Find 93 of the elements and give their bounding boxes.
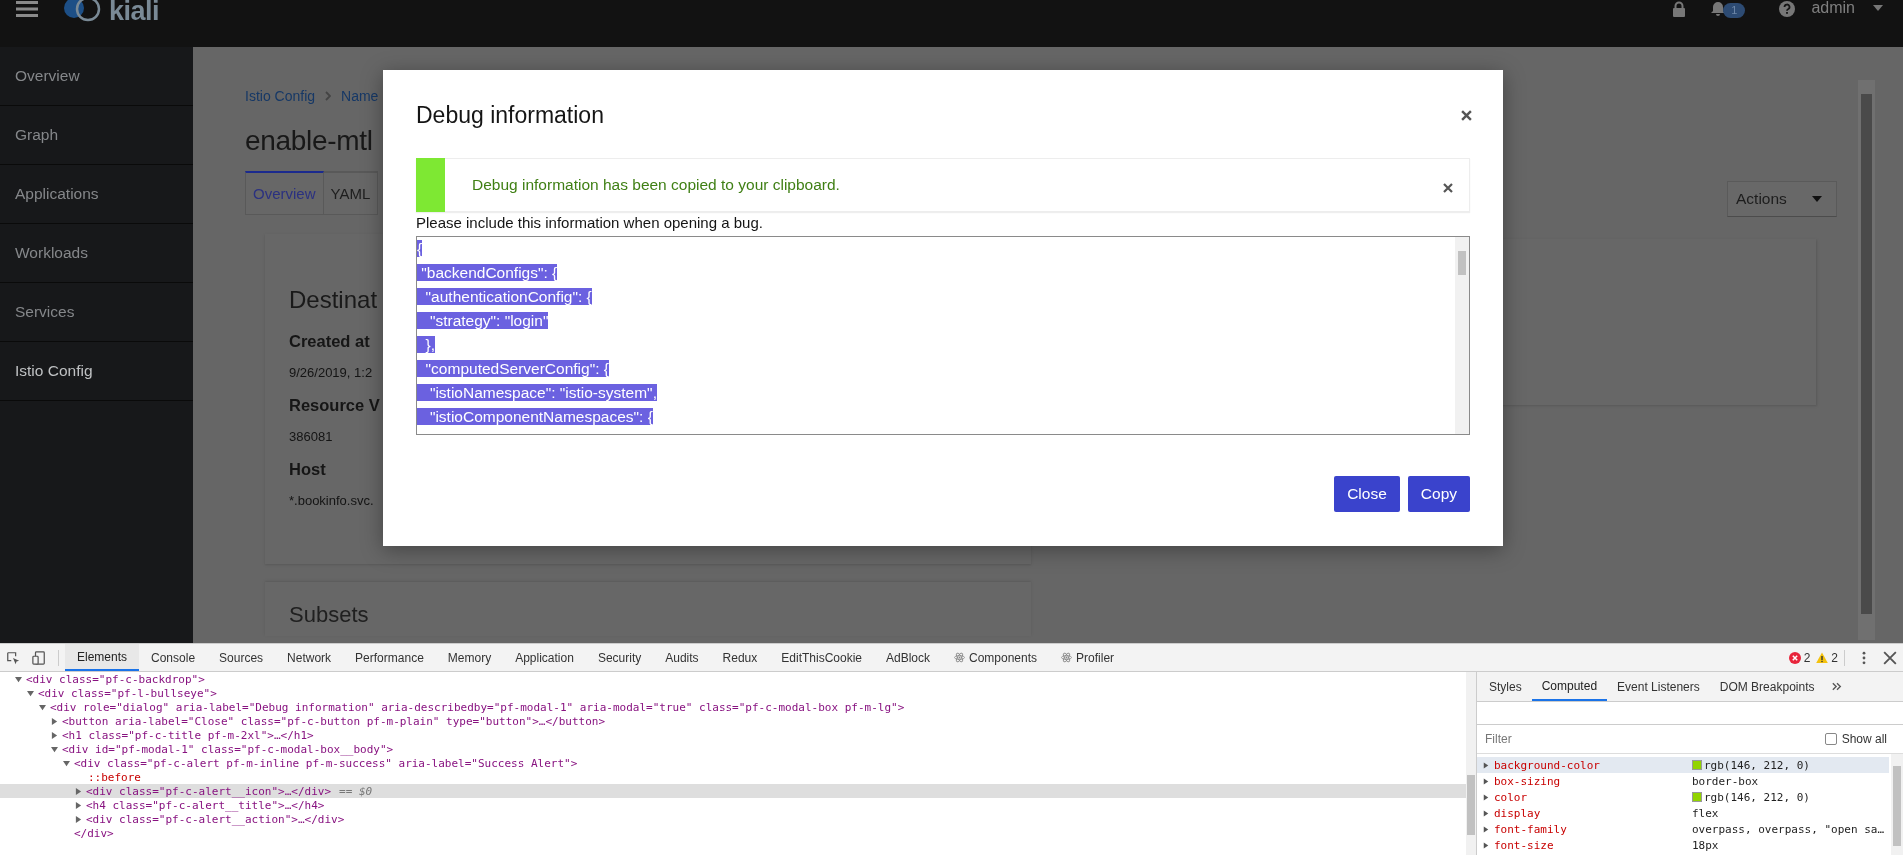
success-stripe [416,158,445,212]
code-line[interactable]: <div class="pf-c-backdrop"> [26,672,205,686]
panel-tab[interactable]: Event Listeners [1607,672,1710,701]
notification-badge: 1 [1723,3,1746,18]
panel-tab[interactable]: Styles [1479,672,1532,701]
code-line[interactable]: ::before [86,770,141,784]
expand-arrow-icon[interactable] [15,675,22,683]
close-icon[interactable] [1883,650,1897,665]
expand-arrow-icon[interactable] [51,731,58,739]
field-value: *.bookinfo.svc. [289,493,374,508]
code-line[interactable]: <div class="pf-c-alert pf-m-inline pf-m-success" aria-label="Success Alert"> [74,756,578,770]
help-text: Please include this information when opening a bug. [416,214,764,233]
code-line[interactable]: <div class="pf-l-bullseye"> [38,686,217,700]
devtools-tab[interactable]: Security [585,644,654,671]
expand-arrow-icon[interactable] [51,717,58,725]
selection-note: == $0 [339,784,373,798]
expand-arrow-icon[interactable] [75,815,82,823]
dialog-title: Debug information [416,101,604,129]
devtools-tab[interactable]: Components [942,644,1050,671]
error-count: 2 [1803,650,1811,665]
code-line[interactable]: <div id="pf-modal-1" class="pf-c-modal-box__body"> [62,742,394,756]
dialog-button[interactable]: Copy [1407,476,1470,512]
page-title: enable-mtl [245,125,373,158]
alert-message: Debug information has been copied to your clipboard. [472,176,841,194]
scrollbar[interactable] [1891,754,1903,855]
expand-arrow-icon[interactable] [39,703,46,711]
inspect-icon[interactable] [6,650,20,665]
dialog-button[interactable]: Close [1334,476,1400,512]
atom-icon [1061,652,1073,663]
scrollbar[interactable] [1858,80,1875,640]
error-icon [1788,651,1801,664]
devtools-tab[interactable]: Memory [435,644,504,671]
devtools-tab[interactable]: Redux [710,644,770,671]
expand-arrow-icon[interactable] [27,689,34,697]
filter-field[interactable]: Filter [1485,732,1825,746]
expand-arrow-icon[interactable] [75,801,82,809]
property-value: rgb(146, 212, 0) [1704,758,1810,772]
devtools-tab[interactable]: Elements [65,644,140,671]
devtools-tab[interactable]: Application [503,644,586,671]
property-value: overpass, overpass, "open sa… [1692,822,1885,836]
expand-arrow-icon[interactable] [75,787,82,795]
expand-arrow-icon[interactable] [63,759,70,767]
property-name: font-size [1494,838,1555,852]
field-label: Resource V [289,396,380,415]
code-line[interactable]: <h1 class="pf-c-title pf-m-2xl">…</h1> [62,728,314,742]
devtools-tab[interactable]: AdBlock [874,644,942,671]
show-all-checkbox[interactable]: Show all [1824,732,1887,746]
chevron-double-icon[interactable] [1832,682,1843,691]
property-value: flex [1692,806,1719,820]
property-value: 18px [1692,838,1719,852]
property-name: color [1494,790,1529,804]
panel-tab[interactable]: DOM Breakpoints [1709,672,1825,701]
property-name: font-family [1494,822,1568,836]
code-line[interactable]: </div> [74,826,114,840]
code-line[interactable]: <h4 class="pf-c-alert__title">…</h4> [86,798,325,812]
devtools-tab[interactable]: Network [275,644,344,671]
code-line[interactable]: <div class="pf-c-alert__icon">…</div> [86,784,332,798]
code-line[interactable]: <div class="pf-c-alert__action">…</div> [86,812,345,826]
devtools-tab[interactable]: Profiler [1049,644,1127,671]
atom-icon [954,652,965,663]
code-line[interactable]: <div role="dialog" aria-label="Debug information" aria-describedby="pf-modal-1" aria-modal="true" class="pf-c-modal-box pf-m-lg"> [50,700,905,714]
field-label: Host [289,460,326,479]
devtools-tab[interactable]: EditThisCookie [769,644,874,671]
brand-name: kiali [109,0,160,22]
device-icon[interactable] [32,650,46,665]
property-name: background-color [1494,758,1601,772]
warning-count: 2 [1831,650,1838,665]
lock-icon[interactable] [1672,1,1687,17]
devtools-tab[interactable]: Performance [343,644,436,671]
caret-icon [1873,5,1883,11]
devtools-tab[interactable]: Console [139,644,208,671]
property-value: rgb(146, 212, 0) [1704,790,1810,804]
user-menu[interactable]: admin [1811,0,1883,17]
expand-arrow-icon[interactable] [51,745,58,753]
panel-tab[interactable]: Computed [1531,672,1608,701]
chevron-icon [325,91,332,101]
devtools-tab[interactable]: Audits [653,644,711,671]
property-value: border-box [1692,774,1759,788]
help-icon[interactable] [1779,1,1796,17]
card-heading: Subsets [289,602,369,627]
menu-icon[interactable] [16,1,38,17]
card-heading: Destinat [289,286,378,315]
field-label: Created at [289,332,370,351]
field-value: 9/26/2019, 1:2 [289,365,373,380]
caret-icon [1812,196,1822,202]
code-line[interactable]: <button aria-label="Close" class="pf-c-button pf-m-plain" type="button">…</button> [62,714,606,728]
devtools-tab[interactable]: Sources [207,644,276,671]
debug-text-field[interactable]: { "backendConfigs": { "authenticationConfig": { "strategy": "login" }, "computedServerConfig": { "istioNamespace": "istio-system", "istioComponentNamespaces": { [416,236,1470,435]
warning-icon [1816,651,1829,664]
field-value: 386081 [289,429,333,444]
property-name: box-sizing [1494,774,1562,788]
property-name: display [1494,806,1542,820]
scrollbar[interactable] [1466,672,1476,855]
